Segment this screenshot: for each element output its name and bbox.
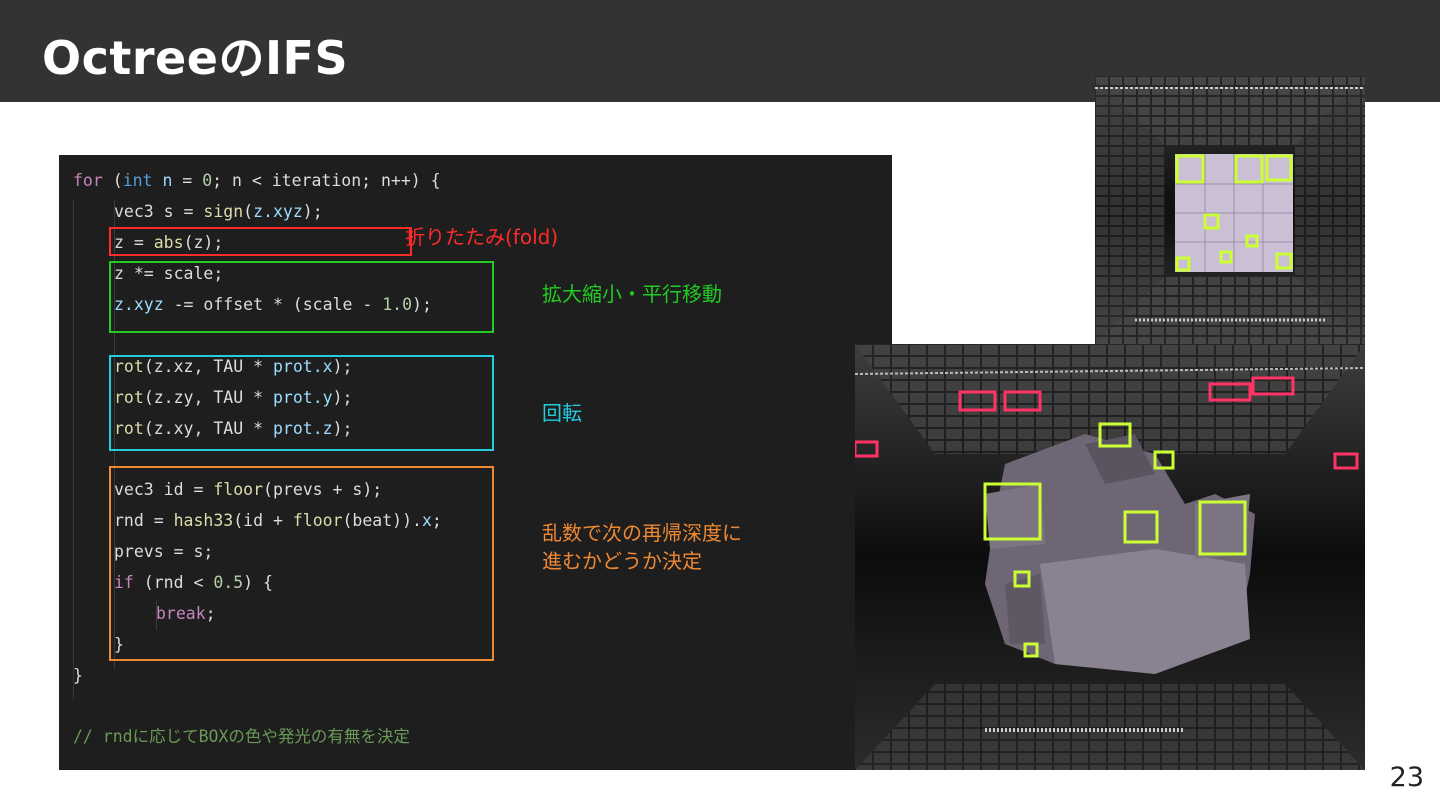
random-highlight-box bbox=[109, 466, 494, 661]
page-number: 23 bbox=[1389, 762, 1424, 793]
code-line-sign: vec3 s = sign(z.xyz); bbox=[114, 202, 323, 221]
octree-fractal-render bbox=[855, 344, 1365, 770]
scale-translate-annotation: 拡大縮小・平行移動 bbox=[542, 282, 722, 306]
cube-render-svg bbox=[1095, 76, 1365, 344]
fractal-render-svg bbox=[855, 344, 1365, 770]
slide-title: OctreeのIFS bbox=[42, 31, 349, 85]
code-line-close-for: } bbox=[73, 666, 83, 685]
code-line-for: for (int n = 0; n < iteration; n++) { bbox=[73, 171, 441, 190]
random-annotation-line1: 乱数で次の再帰深度に bbox=[542, 521, 742, 545]
rotate-annotation: 回転 bbox=[542, 401, 582, 425]
fold-annotation: 折りたたみ(fold) bbox=[405, 225, 559, 249]
random-annotation-line2: 進むかどうか決定 bbox=[542, 549, 702, 573]
indent-guide bbox=[73, 199, 74, 699]
scale-translate-highlight-box bbox=[109, 261, 494, 333]
rotate-highlight-box bbox=[109, 355, 494, 451]
octree-cube-render bbox=[1095, 76, 1365, 344]
fold-highlight-box bbox=[109, 227, 412, 256]
code-comment: // rndに応じてBOXの色や発光の有無を決定 bbox=[73, 727, 410, 746]
